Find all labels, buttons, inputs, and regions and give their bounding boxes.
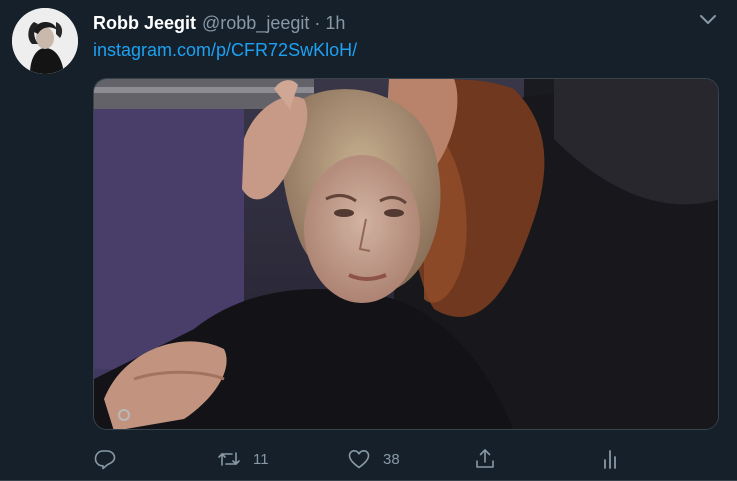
author-handle[interactable]: @robb_jeegit	[202, 13, 309, 34]
retweet-count: 11	[253, 450, 269, 468]
heart-icon	[348, 450, 370, 469]
more-menu-button[interactable]	[697, 12, 719, 28]
timestamp[interactable]: 1h	[325, 13, 345, 34]
tweet[interactable]: Robb Jeegit @robb_jeegit · 1h instagram.…	[0, 0, 737, 481]
retweet-button[interactable]: 11	[217, 444, 269, 474]
retweet-icon	[218, 452, 240, 466]
analytics-icon	[604, 450, 616, 469]
tweet-header: Robb Jeegit @robb_jeegit · 1h	[93, 12, 345, 34]
avatar[interactable]	[12, 8, 78, 74]
share-button[interactable]	[473, 444, 497, 474]
like-button[interactable]: 38	[347, 444, 400, 474]
reply-icon	[94, 450, 116, 470]
like-count: 38	[383, 450, 400, 468]
tweet-link[interactable]: instagram.com/p/CFR72SwKloH/	[93, 40, 357, 61]
photo-image	[94, 79, 718, 429]
reply-button[interactable]	[93, 444, 117, 474]
analytics-button[interactable]	[598, 444, 622, 474]
chevron-down-icon	[700, 15, 716, 24]
avatar-image	[12, 8, 78, 74]
tweet-actions: 11 38	[93, 444, 633, 474]
tweet-media-photo[interactable]	[93, 78, 719, 430]
header-separator: ·	[314, 12, 321, 33]
share-icon	[476, 449, 494, 468]
author-display-name[interactable]: Robb Jeegit	[93, 13, 196, 34]
